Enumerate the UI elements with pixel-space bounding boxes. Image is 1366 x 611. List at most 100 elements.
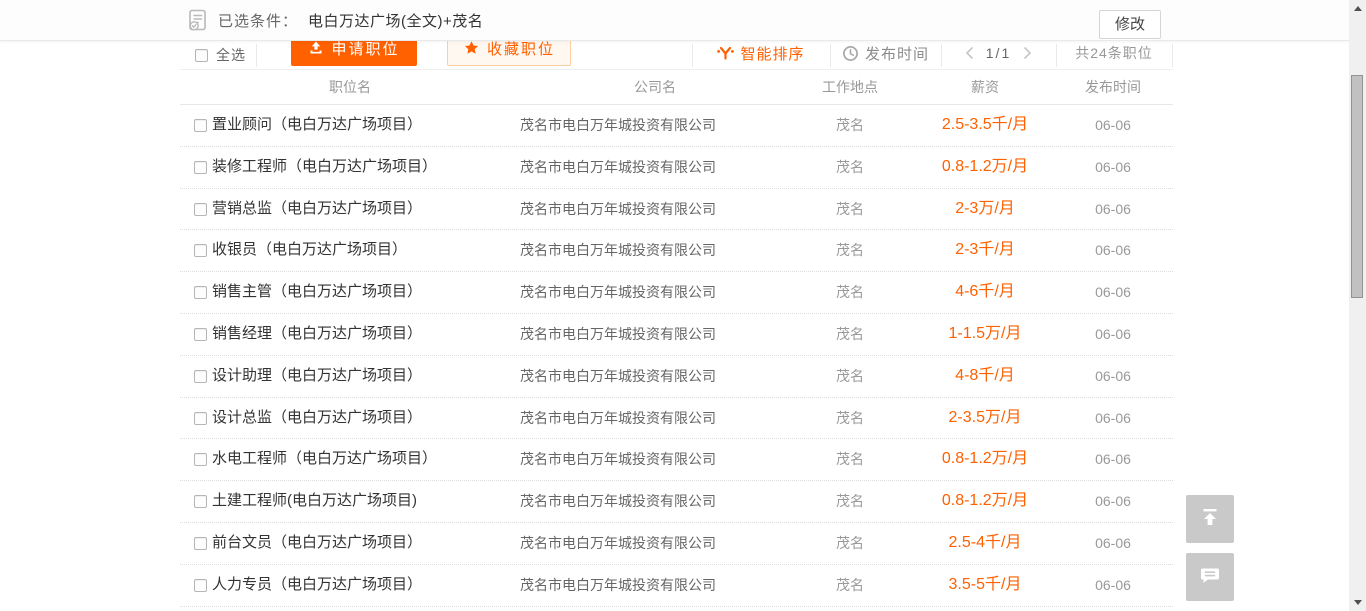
row-checkbox[interactable] (194, 328, 207, 341)
table-row: 土建工程师(电白万达广场项目) 茂名市电白万年城投资有限公司 茂名 0.8-1.… (180, 481, 1173, 523)
company-name-link[interactable]: 茂名市电白万年城投资有限公司 (520, 523, 716, 564)
job-title-link[interactable]: 销售主管（电白万达广场项目） (212, 272, 422, 313)
row-checkbox[interactable] (194, 579, 207, 592)
job-location: 茂名 (790, 523, 910, 564)
star-icon (463, 40, 480, 57)
scrollbar-down-arrow[interactable] (1349, 594, 1366, 611)
job-title-link[interactable]: 前台文员（电白万达广场项目） (212, 523, 422, 564)
job-location: 茂名 (790, 439, 910, 480)
table-row: 营销总监（电白万达广场项目） 茂名市电白万年城投资有限公司 茂名 2-3万/月 … (180, 189, 1173, 231)
company-name-link[interactable]: 茂名市电白万年城投资有限公司 (520, 189, 716, 230)
publish-date: 06-06 (1060, 481, 1166, 522)
publish-date: 06-06 (1060, 105, 1166, 146)
company-name-link[interactable]: 茂名市电白万年城投资有限公司 (520, 439, 716, 480)
row-checkbox[interactable] (194, 119, 207, 132)
publish-date: 06-06 (1060, 314, 1166, 355)
row-checkbox[interactable] (194, 453, 207, 466)
job-location: 茂名 (790, 398, 910, 439)
column-header-salary: 薪资 (910, 70, 1060, 104)
row-checkbox[interactable] (194, 244, 207, 257)
company-name-link[interactable]: 茂名市电白万年城投资有限公司 (520, 147, 716, 188)
job-title-link[interactable]: 人力专员（电白万达广场项目） (212, 565, 422, 606)
select-all: 全选 (195, 45, 246, 65)
table-row: 前台文员（电白万达广场项目） 茂名市电白万年城投资有限公司 茂名 2.5-4千/… (180, 523, 1173, 565)
company-name-link[interactable]: 茂名市电白万年城投资有限公司 (520, 105, 716, 146)
table-row: 人力专员（电白万达广场项目） 茂名市电白万年城投资有限公司 茂名 3.5-5千/… (180, 565, 1173, 607)
page: 全选 申请职位 收藏职位 智能排序 发布时间 (0, 0, 1366, 611)
publish-time-label: 发布时间 (865, 43, 929, 64)
company-name-link[interactable]: 茂名市电白万年城投资有限公司 (520, 272, 716, 313)
scrollbar-thumb[interactable] (1351, 75, 1363, 298)
job-location: 茂名 (790, 607, 910, 611)
apply-upload-icon (308, 40, 324, 56)
edit-conditions-button[interactable]: 修改 (1099, 10, 1161, 39)
row-checkbox[interactable] (194, 370, 207, 383)
publish-date: 06-06 (1060, 230, 1166, 271)
row-checkbox[interactable] (194, 286, 207, 299)
row-checkbox[interactable] (194, 495, 207, 508)
company-name-link[interactable]: 茂名市电白万年城投资有限公司 (520, 565, 716, 606)
company-name-link[interactable]: 茂名市电白万年城投资有限公司 (520, 314, 716, 355)
row-checkbox[interactable] (194, 412, 207, 425)
next-page-button[interactable] (1011, 46, 1044, 60)
publish-date: 06-06 (1060, 523, 1166, 564)
job-location: 茂名 (790, 356, 910, 397)
toolbar-bottom-border (180, 69, 1173, 70)
job-location: 茂名 (790, 314, 910, 355)
job-location: 茂名 (790, 105, 910, 146)
company-name-link[interactable]: 茂名市电白万年城投资有限公司 (520, 481, 716, 522)
column-header-company: 公司名 (520, 70, 790, 104)
job-title-link[interactable]: 设计总监（电白万达广场项目） (212, 398, 422, 439)
company-name-link[interactable]: 茂名市电白万年城投资有限公司 (520, 398, 716, 439)
back-to-top-icon (1199, 506, 1221, 533)
table-header-row: 职位名 公司名 工作地点 薪资 发布时间 (180, 70, 1173, 105)
job-title-link[interactable]: 土建工程师(电白万达广场项目) (212, 481, 417, 522)
selected-conditions-icon (186, 8, 210, 32)
job-title-link[interactable]: 营销总监（电白万达广场项目） (212, 189, 422, 230)
publish-date: 06-06 (1060, 607, 1166, 611)
job-title-link[interactable]: 装修工程师（电白万达广场项目） (212, 147, 437, 188)
table-row: 收银员（电白万达广场项目） 茂名市电白万年城投资有限公司 茂名 2-3千/月 0… (180, 230, 1173, 272)
filter-bar: 已选条件： 电白万达广场(全文)+茂名 修改 (0, 0, 1366, 41)
feedback-button[interactable] (1186, 553, 1234, 601)
job-title-link[interactable]: 水电工程师（电白万达广场项目） (212, 439, 437, 480)
table-row: 置业顾问（电白万达广场项目） 茂名市电白万年城投资有限公司 茂名 2.5-3.5… (180, 105, 1173, 147)
table-row: 设计助理（电白万达广场项目） 茂名市电白万年城投资有限公司 茂名 4-8千/月 … (180, 356, 1173, 398)
job-salary: 2-3万/月 (910, 189, 1060, 230)
smart-sort-button[interactable]: 智能排序 (692, 40, 830, 66)
job-title-link[interactable]: 置业顾问（电白万达广场项目） (212, 105, 422, 146)
page-indicator: 1/1 (986, 45, 1011, 61)
publish-date: 06-06 (1060, 189, 1166, 230)
job-location: 茂名 (790, 147, 910, 188)
job-salary: 0.8-1.2万/月 (910, 147, 1060, 188)
publish-date: 06-06 (1060, 147, 1166, 188)
job-title-link[interactable]: 客服专员（电白万达广场项目） (212, 607, 422, 611)
back-to-top-button[interactable] (1186, 495, 1234, 543)
company-name-link[interactable]: 茂名市电白万年城投资有限公司 (520, 230, 716, 271)
row-checkbox[interactable] (194, 161, 207, 174)
job-title-link[interactable]: 收银员（电白万达广场项目） (212, 230, 407, 271)
scrollbar-up-arrow[interactable] (1349, 0, 1366, 17)
job-title-link[interactable]: 设计助理（电白万达广场项目） (212, 356, 422, 397)
job-title-link[interactable]: 销售经理（电白万达广场项目） (212, 314, 422, 355)
job-salary: 1-1.5万/月 (910, 314, 1060, 355)
row-checkbox[interactable] (194, 537, 207, 550)
smart-sort-icon (717, 45, 734, 61)
column-header-date: 发布时间 (1060, 70, 1166, 104)
row-checkbox[interactable] (194, 203, 207, 216)
publish-date: 06-06 (1060, 439, 1166, 480)
chat-icon (1199, 564, 1221, 591)
prev-page-button[interactable] (953, 46, 986, 60)
job-location: 茂名 (790, 272, 910, 313)
company-name-link[interactable]: 茂名市电白万年城投资有限公司 (520, 356, 716, 397)
table-row: 客服专员（电白万达广场项目） 茂名市电白万年城投资有限公司 茂名 3-6千/月 … (180, 607, 1173, 611)
job-rows: 置业顾问（电白万达广场项目） 茂名市电白万年城投资有限公司 茂名 2.5-3.5… (180, 105, 1173, 611)
select-all-checkbox[interactable] (195, 49, 208, 62)
job-table: 职位名 公司名 工作地点 薪资 发布时间 置业顾问（电白万达广场项目） 茂名市电… (180, 70, 1173, 611)
publish-date: 06-06 (1060, 565, 1166, 606)
vertical-scrollbar[interactable] (1349, 0, 1366, 611)
job-location: 茂名 (790, 565, 910, 606)
company-name-link[interactable]: 茂名市电白万年城投资有限公司 (520, 607, 716, 611)
pagination: 1/1 (941, 40, 1056, 66)
publish-time-sort-button[interactable]: 发布时间 (830, 40, 941, 66)
